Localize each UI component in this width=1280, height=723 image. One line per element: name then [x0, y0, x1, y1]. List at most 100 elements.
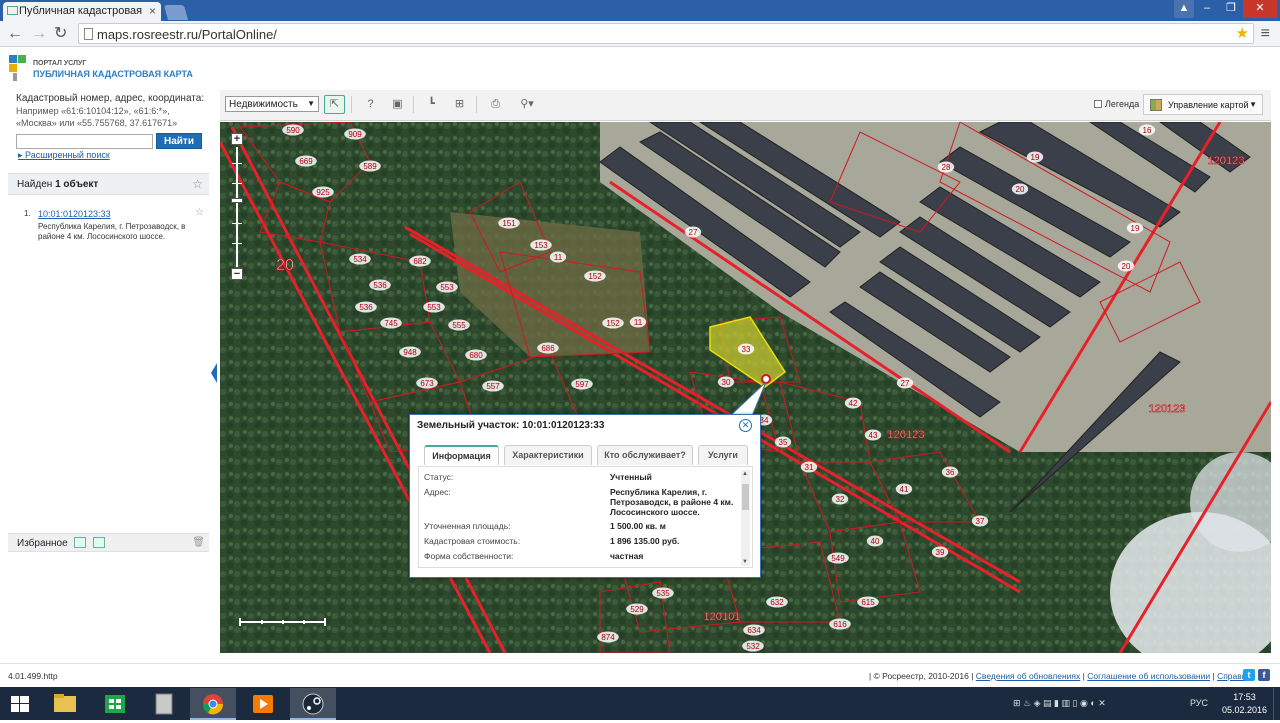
scroll-down-icon[interactable]: ▼ — [742, 559, 748, 565]
taskbar-store[interactable] — [92, 688, 138, 720]
zoom-out-button[interactable]: − — [231, 268, 243, 280]
tab-characteristics[interactable]: Характеристики — [504, 445, 592, 465]
scroll-up-icon[interactable]: ▲ — [742, 471, 748, 477]
taskbar-explorer[interactable] — [42, 688, 88, 720]
zoom-slider-handle[interactable] — [231, 198, 243, 203]
select-tool-icon[interactable]: ⇱ — [324, 95, 345, 114]
legend-toggle[interactable]: Легенда — [1094, 99, 1139, 109]
favorite-star-icon[interactable]: ☆ — [192, 177, 203, 191]
search-input[interactable] — [16, 134, 153, 149]
tab-close-icon[interactable]: × — [149, 4, 156, 18]
zoom-control[interactable]: + − — [231, 133, 244, 281]
parcel-label: 37 — [976, 517, 985, 526]
found-count: 1 объект — [55, 179, 99, 190]
taskbar-media[interactable] — [240, 688, 286, 720]
windows-start-icon[interactable] — [11, 696, 29, 712]
parcel-label: 32 — [836, 495, 845, 504]
search-button[interactable]: Найти — [156, 133, 202, 149]
parcel-label: 43 — [869, 431, 878, 440]
parcel-label: 616 — [833, 620, 847, 629]
parcel-label: 553 — [440, 283, 454, 292]
parcel-label: 120101 — [704, 611, 741, 623]
tab-services[interactable]: Услуги — [698, 445, 748, 465]
copyright-text: | © Росреестр, 2010-2016 | — [868, 671, 974, 681]
menu-icon[interactable]: ≡ — [1261, 25, 1270, 43]
close-icon[interactable]: ✕ — [739, 419, 752, 432]
facebook-icon[interactable]: f — [1258, 669, 1270, 681]
taskbar-steam[interactable] — [290, 688, 336, 720]
popup-scrollbar[interactable]: ▲ ▼ — [741, 470, 750, 566]
area-tool-icon[interactable]: ⊞ — [449, 95, 470, 114]
parcel-label: 39 — [936, 548, 945, 557]
minimize-button[interactable]: – — [1196, 0, 1218, 18]
parcel-label: 549 — [831, 554, 845, 563]
parcel-label: 536 — [359, 303, 373, 312]
updates-link[interactable]: Сведения об обновлениях — [976, 671, 1080, 681]
forward-icon[interactable]: → — [31, 25, 47, 43]
parcel-label: 590 — [286, 126, 300, 135]
map-manage-button[interactable]: Управление картой ▼ — [1143, 94, 1263, 115]
result-address: Республика Карелия, г. Петрозаводск, в р… — [38, 222, 186, 241]
add-group-icon[interactable] — [93, 537, 105, 548]
parcel-label: 673 — [420, 379, 434, 388]
result-link[interactable]: 10:01:0120123:33 — [38, 209, 111, 219]
user-icon[interactable]: ▲ — [1174, 0, 1194, 18]
parcel-label: 534 — [353, 255, 367, 264]
parcel-label: 532 — [746, 642, 760, 651]
print-icon[interactable]: ⎙ — [485, 95, 506, 114]
close-window-button[interactable]: ✕ — [1243, 0, 1277, 18]
bookmark-star-icon[interactable]: ★ — [1236, 24, 1249, 42]
show-desktop-button[interactable] — [1273, 688, 1280, 720]
measure-tool-icon[interactable]: ┗ — [421, 95, 442, 114]
parcel-popup: Земельный участок: 10:01:0120123:33 ✕ Ин… — [409, 414, 761, 578]
terms-link[interactable]: Соглашение об использовании — [1087, 671, 1210, 681]
advanced-search-label: Расширенный поиск — [25, 150, 110, 160]
taskbar-calculator[interactable] — [141, 688, 187, 720]
parcel-label: 909 — [348, 130, 362, 139]
trash-icon[interactable]: 🗑 — [192, 537, 205, 548]
zoom-in-button[interactable]: + — [231, 133, 243, 145]
parcel-label: 557 — [486, 382, 500, 391]
twitter-icon[interactable]: t — [1243, 669, 1255, 681]
brand-title[interactable]: ПУБЛИЧНАЯ КАДАСТРОВАЯ КАРТА — [33, 69, 193, 79]
popup-title: Земельный участок: 10:01:0120123:33 — [417, 420, 605, 431]
map-manage-label: Управление картой — [1168, 100, 1249, 110]
parcel-label: 19 — [1131, 224, 1140, 233]
parcel-label: 120123 — [1149, 403, 1186, 415]
link-tool-icon[interactable]: ⚲▾ — [512, 95, 542, 114]
tab-information[interactable]: Информация — [424, 445, 499, 465]
portal-logo-icon[interactable] — [9, 55, 26, 81]
identify-tool-icon[interactable]: ? — [360, 95, 381, 114]
toolbar-divider — [413, 96, 414, 113]
layer-select[interactable]: Недвижимость ▼ — [225, 96, 319, 112]
back-icon[interactable]: ← — [7, 25, 23, 43]
url-field[interactable]: maps.rosreestr.ru/PortalOnline/ ★ — [78, 23, 1254, 44]
result-star-icon[interactable]: ☆ — [195, 208, 204, 218]
collapse-panel-icon[interactable] — [211, 363, 217, 383]
toolbar-divider — [476, 96, 477, 113]
advanced-search-link[interactable]: ▸ Расширенный поиск — [18, 150, 110, 161]
scroll-thumb[interactable] — [742, 484, 749, 510]
reload-icon[interactable]: ↻ — [54, 25, 67, 43]
taskbar-chrome[interactable] — [190, 688, 236, 720]
version-text: 4.01.499.http — [8, 671, 58, 681]
info-tool-icon[interactable]: ▣ — [387, 95, 408, 114]
parcel-label: 31 — [805, 463, 814, 472]
zoom-track[interactable] — [236, 147, 238, 267]
parcel-label: 153 — [534, 241, 548, 250]
legend-checkbox[interactable] — [1094, 100, 1102, 108]
clock[interactable]: 17:53 05.02.2016 — [1222, 691, 1267, 717]
maximize-button[interactable]: ❐ — [1220, 0, 1242, 18]
parcel-label: 152 — [588, 272, 602, 281]
new-tab-button[interactable] — [163, 5, 189, 20]
language-indicator[interactable]: РУС — [1190, 698, 1208, 708]
parcel-label: 597 — [575, 380, 589, 389]
parcel-label: 42 — [849, 399, 858, 408]
found-header: Найден 1 объект ☆ — [8, 173, 209, 195]
browser-tab[interactable]: Публичная кадастровая × — [3, 2, 161, 21]
row-label: Кадастровая стоимость: — [424, 536, 521, 546]
tab-who-serves[interactable]: Кто обслуживает? — [597, 445, 693, 465]
add-favorite-icon[interactable] — [74, 537, 86, 548]
tray-icons[interactable]: ⊞ ♨ ◈ ▤ ▮ ▥ ▯ ◉ ◐ ✕ — [1013, 698, 1106, 709]
row-value: 1 500.00 кв. м — [610, 521, 666, 531]
